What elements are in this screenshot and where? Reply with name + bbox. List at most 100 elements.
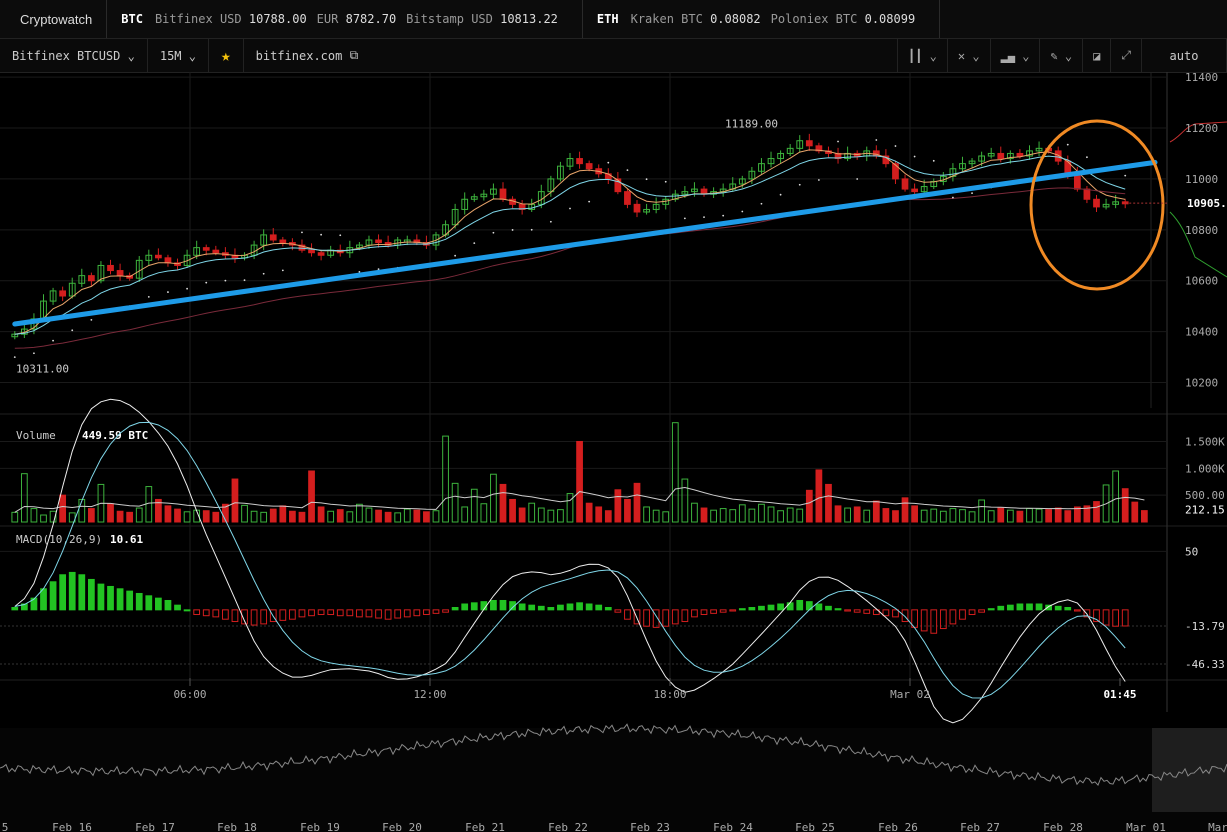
- exchange-link[interactable]: bitfinex.com ⧉: [244, 39, 371, 72]
- macd-histogram-bar: [930, 609, 938, 634]
- eth-quote[interactable]: Poloniex BTC 0.08099: [771, 12, 916, 26]
- macd-histogram-bar: [231, 609, 239, 623]
- volume-bar: [528, 502, 536, 523]
- macd-histogram-bar: [614, 609, 622, 613]
- btc-quote[interactable]: Bitfinex USD 10788.00: [155, 12, 307, 26]
- macd-histogram-bar: [212, 609, 220, 618]
- macd-histogram-bar: [920, 609, 928, 632]
- candle: [107, 264, 114, 272]
- macd-histogram-bar: [518, 603, 526, 611]
- macd-histogram-bar: [796, 599, 804, 611]
- volume-bar: [11, 511, 19, 523]
- macd-histogram-bar: [815, 603, 823, 611]
- overlays-button[interactable]: ▂▄ ⌄: [991, 39, 1041, 72]
- volume-bar: [289, 510, 296, 523]
- btc-ticker-group[interactable]: BTC Bitfinex USD 10788.00 EUR 8782.70 Bi…: [107, 0, 583, 38]
- macd-histogram-bar: [423, 609, 430, 616]
- macd-histogram-bar: [135, 592, 143, 611]
- volume-bar: [183, 511, 191, 523]
- cross-icon: ✕: [957, 48, 966, 63]
- sar-dot: [224, 279, 227, 282]
- volume-bar: [844, 507, 851, 523]
- fullscreen-button[interactable]: ⤢: [1111, 39, 1142, 72]
- macd-histogram-bar: [968, 609, 976, 616]
- sar-dot: [664, 180, 667, 183]
- favorite-button[interactable]: ★: [209, 39, 244, 72]
- sar-dot: [875, 139, 878, 141]
- volume-bar: [547, 509, 555, 523]
- volume-bar: [1006, 509, 1014, 523]
- sar-dot: [913, 155, 916, 158]
- navigator[interactable]: 5 Feb 16 Feb 17 Feb 18 Feb 19 Feb 20 Feb 21 Feb…: [0, 723, 1227, 832]
- sar-dot: [511, 229, 514, 231]
- market-select[interactable]: Bitfinex BTCUSD ⌄: [0, 39, 148, 72]
- navigator-date-label: Mar 01: [1126, 821, 1166, 832]
- stats-button[interactable]: ◪: [1083, 39, 1112, 72]
- volume-bar: [1054, 507, 1062, 523]
- macd-histogram-bar: [566, 603, 574, 611]
- candle: [1016, 152, 1024, 157]
- chart-area[interactable]: 11189.0010311.0010905. Volume 449.59 BTC …: [0, 72, 1227, 832]
- chart-type-button[interactable]: ┃┃ ⌄: [896, 39, 948, 72]
- volume-bar: [423, 511, 430, 523]
- macd-histogram-bar: [786, 602, 794, 611]
- candle: [911, 188, 918, 193]
- sar-dot: [894, 145, 897, 147]
- ticker-bar: Cryptowatch BTC Bitfinex USD 10788.00 EU…: [0, 0, 1227, 39]
- candle: [1093, 198, 1100, 208]
- volume-bar: [643, 506, 650, 523]
- volume-tick-label: 1.500K: [1185, 435, 1225, 448]
- volume-bar: [796, 508, 804, 523]
- time-tick-label: 12:00: [413, 688, 446, 701]
- macd-histogram-bar: [279, 609, 287, 621]
- macd-histogram-bar: [155, 597, 162, 611]
- draw-button[interactable]: ✎ ⌄: [1040, 39, 1084, 72]
- macd-panel[interactable]: MACD(10,26,9) 10.61: [11, 398, 1129, 724]
- sar-dot: [779, 193, 782, 196]
- volume-bar: [700, 507, 708, 523]
- sar-dot: [492, 231, 495, 234]
- sar-dot: [1124, 174, 1127, 177]
- volume-bar: [164, 505, 172, 523]
- candle: [202, 247, 210, 251]
- navigator-date-label: Feb 20: [382, 821, 422, 832]
- sar-dot: [52, 339, 54, 342]
- volume-bar: [1112, 470, 1120, 523]
- navigator-date-label: Feb 18: [217, 821, 257, 832]
- btc-quote[interactable]: Bitstamp USD 10813.22: [406, 12, 558, 26]
- eth-quote[interactable]: Kraken BTC 0.08082: [631, 12, 761, 26]
- app-title[interactable]: Cryptowatch: [0, 0, 108, 38]
- macd-histogram-bar: [289, 609, 296, 620]
- macd-histogram-bar: [346, 609, 354, 617]
- sar-dot: [147, 295, 150, 298]
- quote-label: Kraken BTC: [630, 12, 703, 26]
- macd-histogram-bar: [116, 588, 124, 611]
- period-select[interactable]: 15M ⌄: [148, 39, 209, 72]
- btc-quote[interactable]: EUR 8782.70: [317, 12, 397, 26]
- scale-label: auto: [1169, 48, 1199, 63]
- navigator-date-label: Feb 25: [795, 821, 835, 832]
- macd-histogram-bar: [97, 583, 105, 611]
- macd-histogram-bar: [499, 599, 507, 611]
- price-panel[interactable]: 11189.00 10311.00 10905.: [11, 117, 1227, 376]
- sar-dot: [817, 179, 820, 181]
- navigator-date-label: 5: [2, 821, 9, 832]
- volume-panel[interactable]: Volume 449.59 BTC: [11, 422, 1148, 523]
- eth-ticker-group[interactable]: ETH Kraken BTC 0.08082 Poloniex BTC 0.08…: [583, 0, 941, 38]
- macd-histogram-bar: [844, 609, 851, 612]
- scale-toggle[interactable]: auto: [1142, 39, 1227, 72]
- navigator-window: [1152, 728, 1227, 812]
- sar-dot: [320, 233, 323, 236]
- volume-bar: [585, 502, 593, 523]
- volume-bar: [997, 507, 1005, 523]
- sar-dot: [760, 202, 763, 205]
- volume-tick-label: 1.000K: [1185, 462, 1225, 475]
- indicators-button[interactable]: ✕ ⌄: [948, 39, 991, 72]
- candle: [279, 239, 287, 244]
- volume-bar: [518, 507, 526, 523]
- eth-label: ETH: [596, 12, 619, 26]
- macd-histogram-bar: [432, 609, 440, 614]
- time-tick-label: 18:00: [653, 688, 686, 701]
- sar-dot: [90, 318, 93, 321]
- star-icon: ★: [221, 46, 231, 65]
